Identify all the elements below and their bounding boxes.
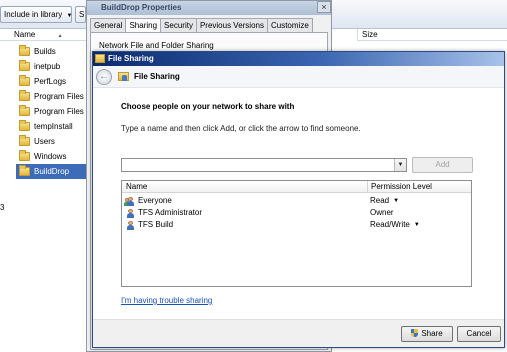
properties-title: BuildDrop Properties [101, 3, 182, 12]
share-with-label: S [79, 10, 85, 19]
chevron-down-icon[interactable]: ▼ [394, 159, 406, 171]
user-badge-icon [122, 75, 127, 81]
folder-icon [19, 120, 30, 131]
tree-item-perflogs[interactable]: PerfLogs [16, 74, 88, 89]
tree-item-inetpub[interactable]: inetpub [16, 59, 88, 74]
user-icon [126, 209, 135, 218]
tree-item-builddrop[interactable]: BuildDrop [16, 164, 88, 179]
page-heading: Choose people on your network to share w… [121, 102, 295, 111]
folder-icon [19, 60, 30, 71]
column-header-name[interactable]: Name ▲ [0, 29, 88, 41]
chevron-up-icon: ▲ [57, 33, 63, 39]
trouble-sharing-link[interactable]: I'm having trouble sharing [121, 296, 212, 305]
folder-icon [19, 75, 30, 86]
include-in-library-label: Include in library [4, 10, 63, 19]
tree-item-label: Program Files (x [34, 107, 88, 116]
tree-item-label: Program Files [34, 92, 84, 101]
share-with-button[interactable]: S [75, 6, 86, 23]
truncated-edge-text: 3 [0, 203, 5, 212]
arrow-left-icon: ← [99, 71, 109, 82]
entry-name: Everyone [138, 196, 172, 205]
permission-level-label: Read/Write [370, 220, 410, 229]
tree-item-label: PerfLogs [34, 77, 67, 86]
group-icon [124, 197, 135, 206]
instruction-text: Type a name and then click Add, or click… [121, 124, 361, 133]
column-header-size-label: Size [362, 30, 378, 39]
tree-item-program-files[interactable]: Program Files [16, 89, 88, 104]
name-combobox[interactable]: ▼ [121, 158, 407, 172]
file-sharing-nav-bar: ← File Sharing [93, 66, 504, 88]
add-button[interactable]: Add [412, 157, 473, 173]
tree-item-builds[interactable]: Builds [16, 44, 88, 59]
tree-item-label: Builds [34, 47, 56, 56]
back-button[interactable]: ← [96, 69, 112, 85]
tab-general[interactable]: General [90, 18, 127, 32]
column-header-permission-level[interactable]: Permission Level [367, 181, 471, 193]
permission-level-label: Read [370, 196, 390, 205]
tree-item-program-files-x86[interactable]: Program Files (x [16, 104, 88, 119]
shared-folder-icon [95, 54, 105, 63]
dialog-footer: Share Cancel [93, 319, 504, 347]
share-button-label: Share [421, 329, 443, 338]
permission-level-dropdown[interactable]: Read ▼ [370, 195, 399, 207]
chevron-down-icon: ▼ [393, 198, 400, 204]
tab-customize[interactable]: Customize [266, 18, 313, 32]
chevron-down-icon: ▼ [66, 13, 72, 19]
tab-security[interactable]: Security [160, 18, 197, 32]
folder-icon [19, 150, 30, 161]
properties-tabs: General Sharing Security Previous Versio… [90, 18, 313, 33]
folder-icon [19, 165, 30, 176]
permission-level-label: Owner [370, 208, 394, 217]
entry-name: TFS Build [138, 220, 174, 229]
folder-icon [19, 90, 30, 101]
properties-title-bar: BuildDrop Properties [87, 1, 331, 15]
tab-previous-versions[interactable]: Previous Versions [195, 18, 268, 32]
folder-icon [19, 45, 30, 56]
tree-item-label: Users [34, 137, 55, 146]
share-button[interactable]: Share [401, 326, 453, 342]
tab-sharing[interactable]: Sharing [125, 18, 162, 33]
tree-item-label: inetpub [34, 62, 61, 71]
folder-icon [19, 135, 30, 146]
tree-item-tempinstall[interactable]: tempInstall [16, 119, 88, 134]
permission-level-dropdown[interactable]: Read/Write ▼ [370, 219, 420, 231]
tree-item-label: tempInstall [34, 122, 73, 131]
column-header-name[interactable]: Name [126, 181, 147, 193]
list-item[interactable]: TFS Build Read/Write ▼ [122, 219, 471, 231]
user-icon [126, 221, 135, 230]
list-item[interactable]: TFS Administrator Owner [122, 207, 471, 219]
entry-name: TFS Administrator [138, 208, 203, 217]
file-sharing-title-bar: File Sharing [93, 52, 504, 66]
tree-item-windows[interactable]: Windows [16, 149, 88, 164]
tree-item-label: Windows [34, 152, 67, 161]
list-item[interactable]: Everyone Read ▼ [122, 195, 471, 207]
file-sharing-window-title: File Sharing [108, 54, 154, 63]
chevron-down-icon: ▼ [413, 222, 420, 228]
cancel-button[interactable]: Cancel [457, 326, 501, 342]
include-in-library-button[interactable]: Include in library ▼ [0, 6, 72, 23]
tree-item-label: BuildDrop [34, 167, 70, 176]
list-header: Name Permission Level [122, 181, 471, 193]
name-input[interactable] [122, 159, 394, 171]
permissions-list: Name Permission Level Everyone Read ▼ TFS… [121, 180, 472, 287]
column-header-size[interactable]: Size [357, 29, 507, 41]
folder-tree: Builds inetpub PerfLogs Program Files Pr… [16, 44, 88, 179]
uac-shield-icon [411, 329, 419, 337]
file-sharing-dialog: File Sharing ← File Sharing Choose peopl… [92, 51, 505, 348]
tree-item-users[interactable]: Users [16, 134, 88, 149]
sharing-group-label: Network File and Folder Sharing [99, 41, 214, 50]
folder-icon [19, 105, 30, 116]
close-icon[interactable]: × [317, 1, 331, 13]
file-sharing-nav-title: File Sharing [134, 72, 180, 81]
column-header-name-label: Name [14, 30, 36, 39]
